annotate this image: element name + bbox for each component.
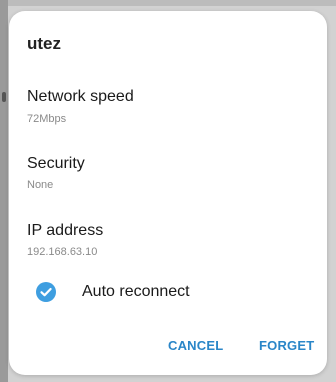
ip-address-label: IP address	[27, 222, 104, 239]
auto-reconnect-checkbox[interactable]	[36, 282, 56, 302]
checkmark-icon	[40, 287, 52, 297]
ip-address-value: 192.168.63.10	[27, 246, 98, 258]
network-speed-label: Network speed	[27, 88, 134, 105]
background-mark	[2, 92, 6, 102]
background-left-edge	[0, 0, 8, 382]
background-top	[0, 0, 336, 6]
security-label: Security	[27, 155, 85, 172]
auto-reconnect-label[interactable]: Auto reconnect	[82, 283, 190, 301]
dialog-title: utez	[27, 34, 61, 53]
wifi-network-dialog	[9, 11, 327, 375]
security-value: None	[27, 179, 54, 191]
cancel-button[interactable]: CANCEL	[168, 338, 223, 353]
forget-button[interactable]: FORGET	[259, 338, 314, 353]
network-speed-value: 72Mbps	[27, 113, 67, 125]
